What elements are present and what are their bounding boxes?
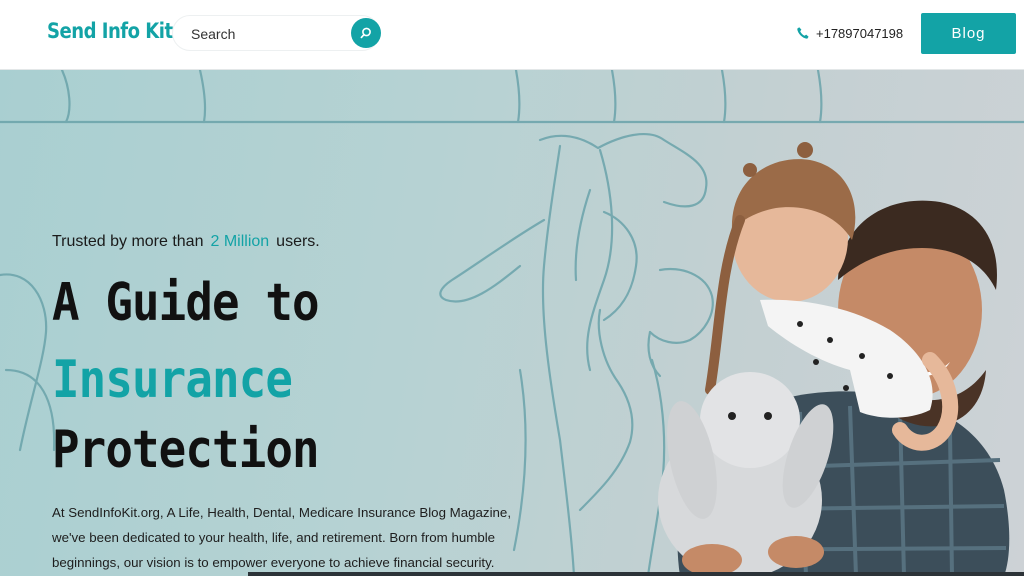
hero-description: At SendInfoKit.org, A Life, Health, Dent… — [52, 505, 512, 570]
search-bar — [172, 15, 381, 51]
headline-line3: Protection — [52, 420, 320, 480]
trusted-prefix: Trusted by more than — [52, 233, 204, 250]
search-input[interactable] — [191, 25, 341, 43]
trusted-suffix: users. — [276, 233, 320, 250]
site-header: Send Info Kit +17897047198 Blog — [0, 0, 1024, 70]
hero-photo — [658, 142, 1010, 576]
headline-line1: A Guide to — [52, 273, 320, 333]
hero-section: Trusted by more than 2 Million users. A Gu… — [0, 70, 1024, 576]
phone-number: +17897047198 — [816, 25, 904, 41]
site-logo[interactable]: Send Info Kit — [47, 19, 173, 43]
search-icon — [360, 27, 371, 39]
trusted-highlight: 2 Million — [210, 233, 270, 250]
headline-line2: Insurance — [52, 350, 293, 410]
phone-icon — [797, 27, 809, 39]
phone-link[interactable]: +17897047198 — [796, 25, 903, 41]
blog-button[interactable]: Blog — [921, 13, 1016, 54]
trusted-text: Trusted by more than 2 Million users. — [52, 233, 320, 251]
bottom-divider — [248, 572, 1024, 576]
search-button[interactable] — [351, 18, 381, 48]
